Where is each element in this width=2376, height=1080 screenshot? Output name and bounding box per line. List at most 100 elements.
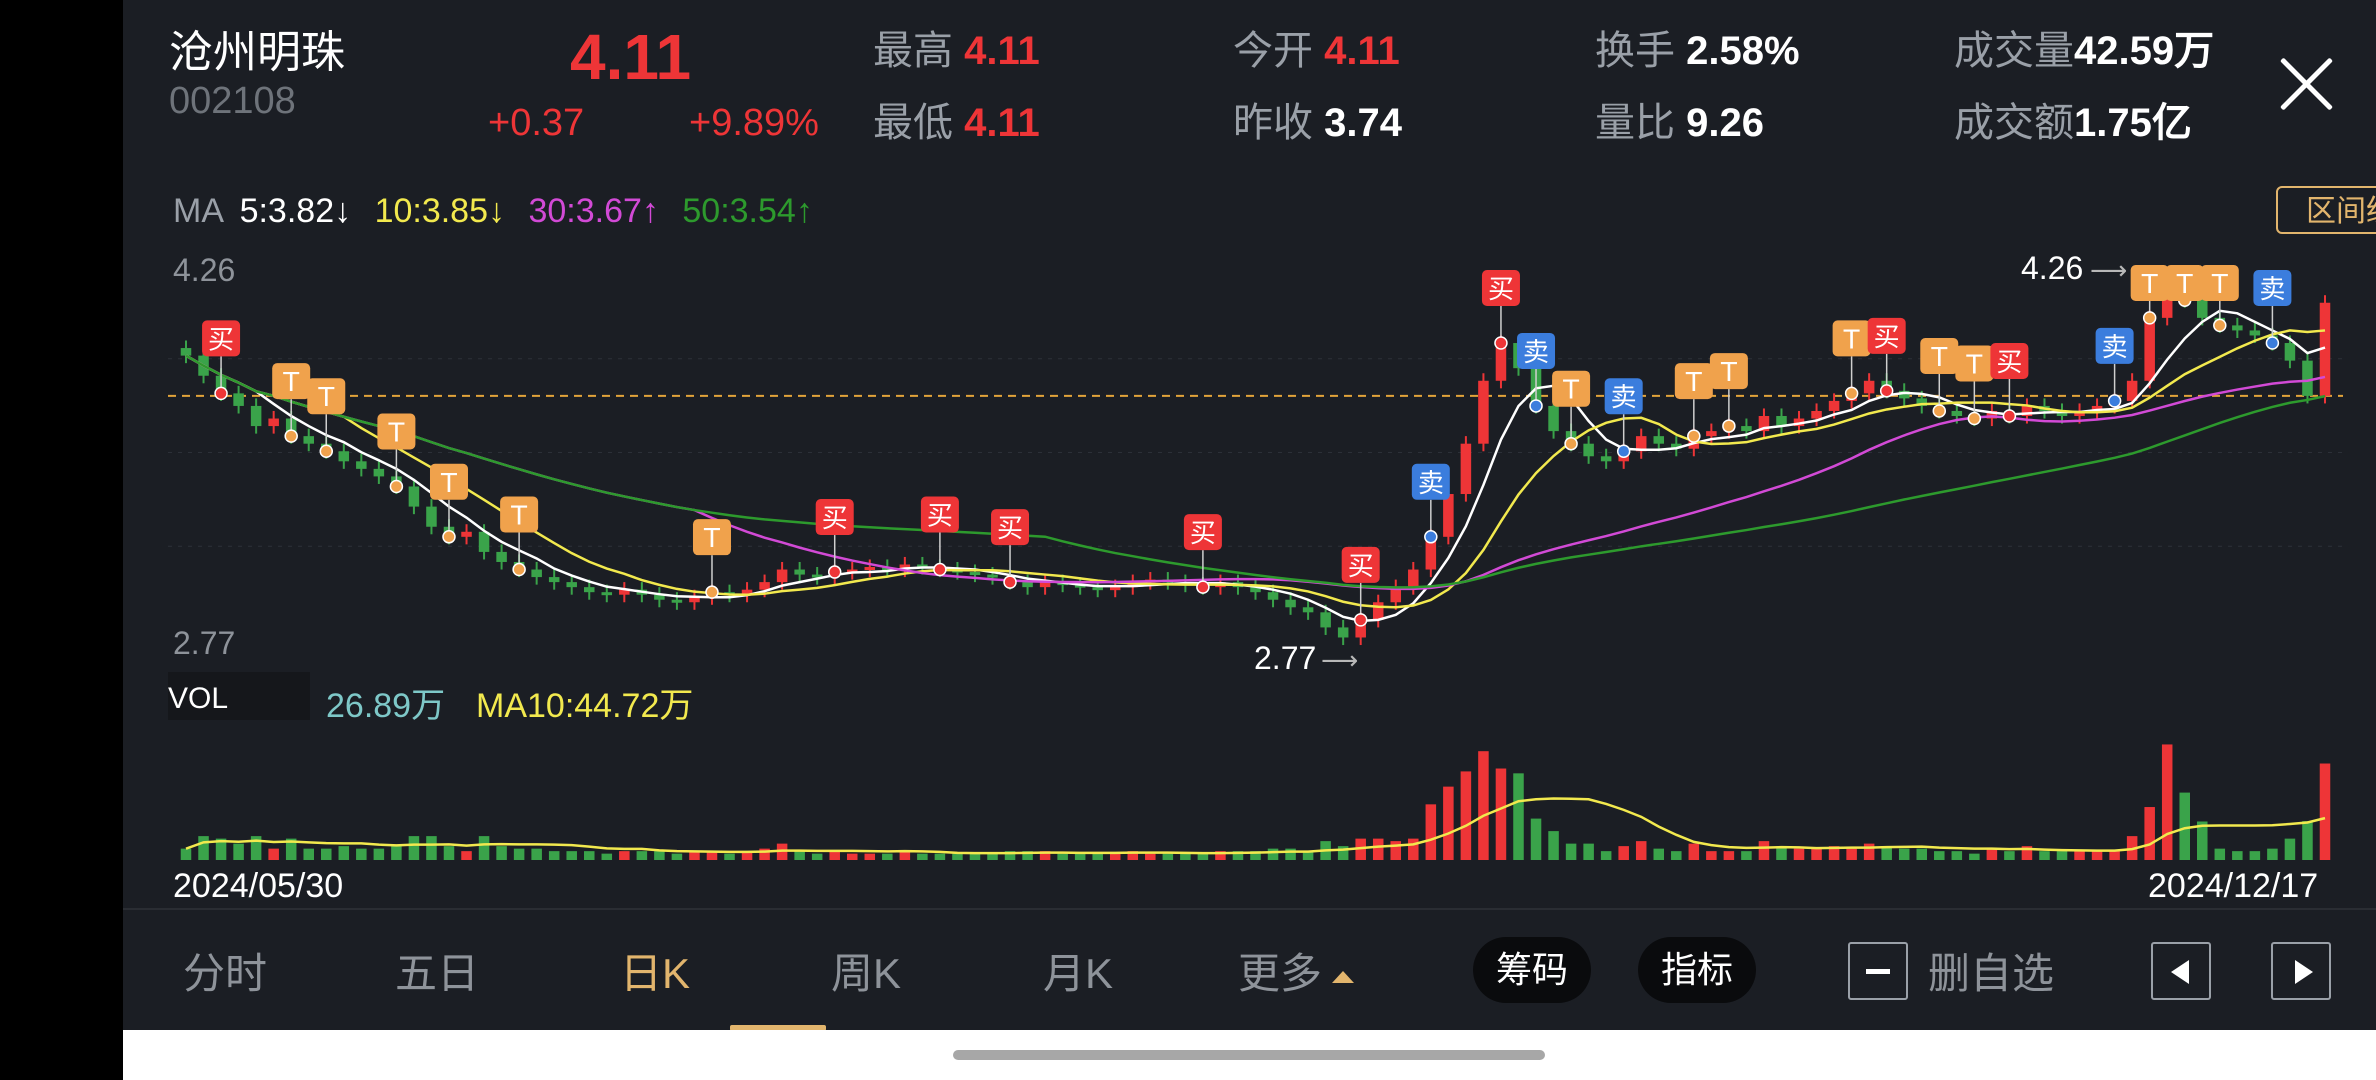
svg-text:T: T bbox=[2211, 270, 2228, 300]
candle-body bbox=[1951, 410, 1963, 417]
stock-code: 002108 bbox=[169, 80, 296, 122]
volume-bar bbox=[1180, 853, 1191, 860]
volume-bar bbox=[1162, 853, 1174, 860]
volume-bar bbox=[1846, 848, 1857, 860]
volume-bar bbox=[1145, 853, 1156, 860]
svg-text:卖: 卖 bbox=[1418, 469, 1444, 499]
low-stat: 最低 4.11 bbox=[873, 90, 1040, 148]
remove-watchlist-button[interactable]: 删自选 bbox=[1928, 940, 2054, 1001]
candle-body bbox=[864, 567, 876, 571]
volume-bar bbox=[1443, 786, 1454, 860]
svg-text:买: 买 bbox=[822, 504, 848, 534]
volume-bar bbox=[1495, 768, 1507, 860]
volume-bar bbox=[829, 851, 840, 860]
candle-body bbox=[1285, 599, 1296, 608]
volume-bar bbox=[1267, 848, 1279, 860]
max-arrow-icon: ⟶ bbox=[2090, 255, 2128, 285]
previous-arrow-icon[interactable] bbox=[2151, 942, 2211, 1000]
candle-body bbox=[1583, 443, 1594, 457]
ma10-value: 10:3.85↓ bbox=[374, 192, 506, 230]
min-arrow-icon: ⟶ bbox=[1321, 645, 1359, 675]
tab-weekly-k[interactable]: 周K bbox=[831, 940, 901, 1001]
price-change: +0.37 bbox=[488, 102, 585, 144]
axis-top-label: 4.26 bbox=[173, 252, 236, 288]
volume-bar bbox=[654, 851, 665, 860]
volume-bar bbox=[2214, 848, 2226, 860]
candle-body bbox=[338, 451, 350, 462]
volume-bar bbox=[969, 853, 981, 860]
volume-bar bbox=[2232, 851, 2243, 860]
candle-body bbox=[426, 506, 437, 527]
volume-value: 42.59万 bbox=[2074, 29, 2215, 73]
stock-name: 沧州明珠 bbox=[169, 28, 345, 77]
close-icon[interactable] bbox=[2278, 55, 2336, 113]
candle-body bbox=[1372, 602, 1384, 620]
volume-bar bbox=[2109, 851, 2120, 860]
ma5-value: 5:3.82↓ bbox=[239, 192, 352, 230]
svg-text:T: T bbox=[1965, 351, 1982, 381]
indicators-button[interactable]: 指标 bbox=[1638, 937, 1756, 1003]
volume-chart[interactable] bbox=[168, 725, 2343, 865]
volume-bar bbox=[671, 853, 683, 860]
tab-daily-k[interactable]: 日K bbox=[620, 940, 690, 1001]
range-stats-button[interactable]: 区间统计 bbox=[2276, 186, 2376, 234]
volume-bar bbox=[1530, 818, 1542, 860]
svg-text:T: T bbox=[317, 383, 334, 413]
volume-bar bbox=[1653, 848, 1665, 860]
max-price-marker: 4.26 bbox=[2021, 250, 2084, 286]
price-change-pct: +9.89% bbox=[689, 102, 819, 144]
caret-up-icon bbox=[1332, 970, 1355, 983]
tab-monthly-k[interactable]: 月K bbox=[1043, 940, 1113, 1001]
next-arrow-icon[interactable] bbox=[2271, 942, 2331, 1000]
svg-text:买: 买 bbox=[208, 325, 234, 355]
svg-text:卖: 卖 bbox=[1611, 383, 1637, 413]
kline-chart[interactable]: 买TTTTTT买买买买买卖买卖T 卖T TT 买T T 买卖T T T 卖 bbox=[168, 245, 2343, 665]
volume-bar bbox=[2319, 763, 2331, 860]
candle-body bbox=[776, 569, 788, 583]
volume-bar bbox=[2179, 792, 2190, 860]
volume-bar bbox=[1197, 853, 1209, 860]
volume-bar bbox=[180, 848, 192, 860]
tab-five-day[interactable]: 五日 bbox=[395, 940, 479, 1001]
candle-body bbox=[548, 577, 560, 583]
tab-intraday[interactable]: 分时 bbox=[183, 940, 267, 1001]
tab-more[interactable]: 更多 bbox=[1238, 940, 1355, 1001]
svg-text:T: T bbox=[1685, 368, 1702, 398]
volume-bar bbox=[198, 836, 209, 860]
candle-body bbox=[583, 587, 595, 593]
volume-bar bbox=[1618, 846, 1629, 860]
svg-text:买: 买 bbox=[1996, 348, 2022, 378]
candle-body bbox=[1828, 400, 1840, 411]
divider bbox=[123, 908, 2376, 910]
ma-legend: MA 5:3.82↓ 10:3.85↓ 30:3.67↑ 50:3.54↑ bbox=[173, 192, 813, 231]
candle-body bbox=[1267, 592, 1279, 600]
volume-bar bbox=[882, 853, 893, 860]
amount-stat: 成交额1.75亿 bbox=[1954, 90, 2192, 148]
volume-bar bbox=[1583, 843, 1594, 860]
start-date: 2024/05/30 bbox=[173, 867, 344, 905]
candle-body bbox=[1653, 436, 1665, 444]
volume-bar bbox=[2161, 744, 2173, 860]
volume-bar bbox=[1513, 773, 1524, 860]
svg-text:买: 买 bbox=[997, 514, 1023, 544]
volume-bar bbox=[391, 846, 402, 860]
remove-watchlist-icon[interactable] bbox=[1848, 942, 1908, 1000]
volume-bar bbox=[548, 851, 560, 860]
candle-body bbox=[531, 569, 542, 578]
volume-ma10-line bbox=[185, 797, 2326, 855]
svg-text:T: T bbox=[1930, 343, 1947, 373]
volume-bar bbox=[1460, 771, 1472, 860]
volume-bar bbox=[917, 853, 928, 860]
volume-label: 成交量 bbox=[1954, 29, 2074, 73]
volume-bar bbox=[531, 848, 542, 860]
candle-body bbox=[987, 574, 998, 578]
volume-bar bbox=[934, 853, 946, 860]
svg-text:T: T bbox=[2141, 270, 2158, 300]
home-indicator-bar bbox=[123, 1030, 2376, 1080]
volume-bar bbox=[268, 848, 279, 860]
volume-bar bbox=[2284, 838, 2296, 860]
home-indicator[interactable] bbox=[953, 1050, 1545, 1060]
candle-body bbox=[1548, 405, 1559, 432]
volume-bar bbox=[2144, 807, 2155, 860]
chips-button[interactable]: 筹码 bbox=[1473, 937, 1591, 1003]
